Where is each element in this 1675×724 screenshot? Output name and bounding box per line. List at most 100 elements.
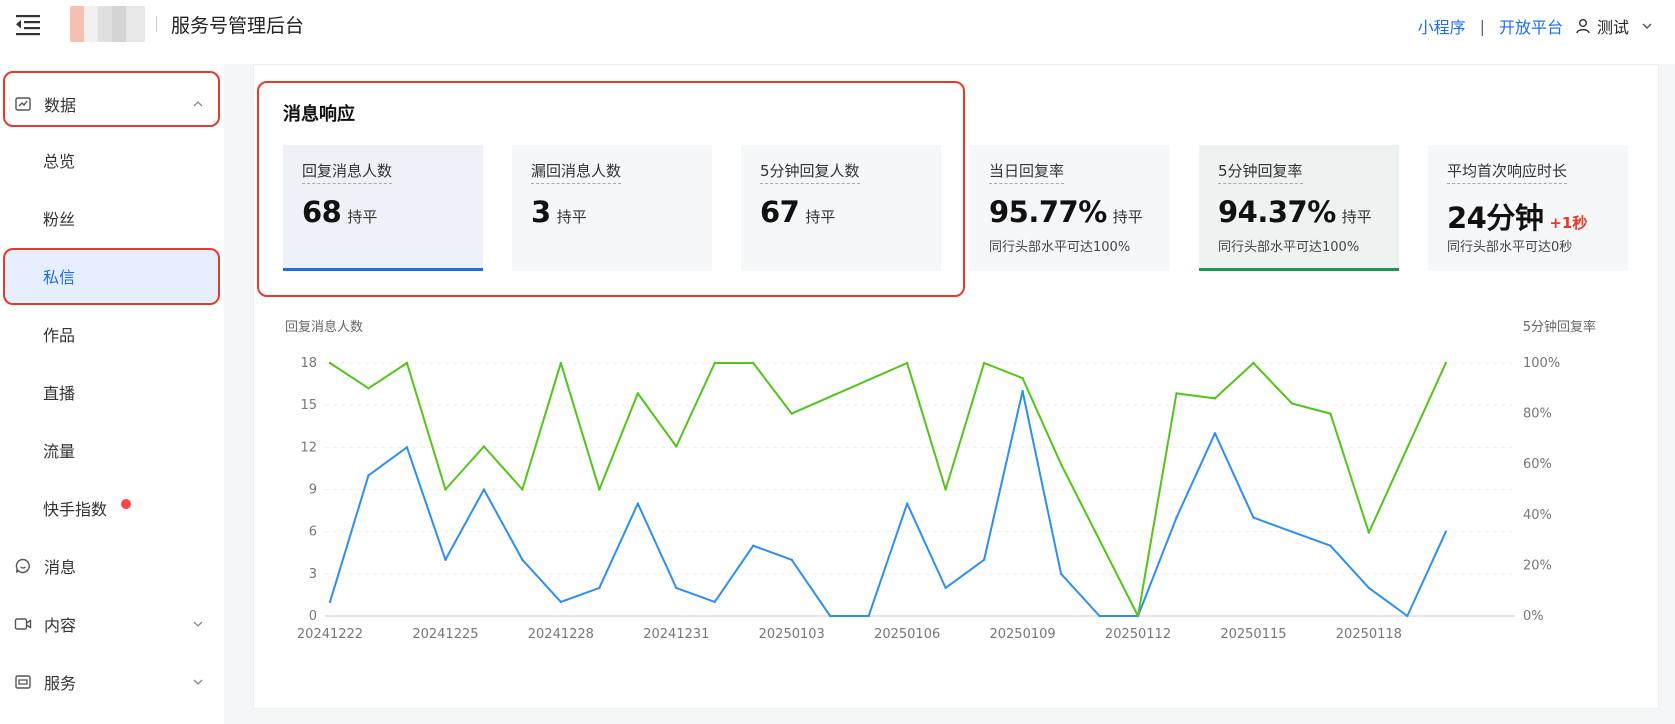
data-point xyxy=(1367,531,1371,534)
metric-change: 持平 xyxy=(1112,208,1143,226)
data-point xyxy=(1021,376,1024,380)
brand-logo[interactable] xyxy=(70,6,145,42)
y-left-tick-label: 3 xyxy=(309,567,317,582)
open-platform-link[interactable]: 开放平台 xyxy=(1499,14,1563,38)
data-point xyxy=(367,387,370,390)
metric-card-5min-reply-rate[interactable]: 5分钟回复率 94.37% 持平 同行头部水平可达100% xyxy=(1199,145,1399,271)
data-point xyxy=(944,488,947,491)
data-point xyxy=(1213,397,1217,400)
data-point xyxy=(444,488,447,491)
chart-icon xyxy=(15,97,31,111)
y-left-tick-label: 12 xyxy=(300,440,317,455)
sidebar-item-content[interactable]: 内容 xyxy=(0,598,224,650)
metric-card-reply-count[interactable]: 回复消息人数 68 持平 xyxy=(283,145,483,271)
sidebar-item-label: 流量 xyxy=(43,442,76,461)
metric-change: 持平 xyxy=(347,208,378,226)
sidebar-item-kuaishou-index[interactable]: 快手指数 xyxy=(0,482,224,534)
data-point xyxy=(1059,572,1063,576)
metric-label: 回复消息人数 xyxy=(302,160,393,184)
sidebar-item-private-message[interactable]: 私信 xyxy=(4,250,218,302)
data-point xyxy=(598,488,601,491)
metric-card-daily-reply-rate[interactable]: 当日回复率 95.77% 持平 同行头部水平可达100% xyxy=(970,145,1170,271)
sidebar-item-message[interactable]: 消息 xyxy=(0,540,224,592)
data-point xyxy=(675,445,678,448)
metric-note: 同行头部水平可达0秒 xyxy=(1447,240,1573,255)
x-tick-label: 20250106 xyxy=(874,627,940,642)
metric-card-avg-first-response[interactable]: 平均首次响应时长 24分钟 +1秒 同行头部水平可达0秒 xyxy=(1428,145,1628,271)
data-point xyxy=(636,502,640,505)
top-bar: 服务号管理后台 小程序 | 开放平台 测试 xyxy=(0,0,1675,64)
mini-program-link[interactable]: 小程序 xyxy=(1418,14,1466,38)
sidebar-item-fans[interactable]: 粉丝 xyxy=(0,192,224,244)
line-chart: 回复消息人数 5分钟回复率 0 3 6 9 12 15 18 0% 20% 40% 60% 80% 10… xyxy=(253,306,1659,666)
app-title: 服务号管理后台 xyxy=(171,15,305,37)
metric-label: 漏回消息人数 xyxy=(531,160,622,184)
data-point xyxy=(405,361,409,365)
sidebar-item-label: 直播 xyxy=(43,384,76,403)
data-point xyxy=(1252,516,1255,519)
logo-divider xyxy=(156,16,157,32)
metric-value: 95.77% xyxy=(989,195,1107,229)
data-point xyxy=(1444,530,1448,533)
y-right-tick-label: 80% xyxy=(1523,407,1552,422)
data-point xyxy=(905,502,909,505)
metric-value-row: 95.77% 持平 xyxy=(989,195,1143,229)
metric-card-5min-reply-count[interactable]: 5分钟回复人数 67 持平 xyxy=(741,145,941,271)
data-point xyxy=(1098,614,1101,618)
data-point xyxy=(1136,614,1140,618)
data-point xyxy=(328,361,332,365)
metric-label: 5分钟回复人数 xyxy=(760,160,860,184)
data-point xyxy=(1329,544,1332,547)
metric-note: 同行头部水平可达100% xyxy=(989,240,1131,255)
data-point xyxy=(752,544,755,547)
y-left-axis-title: 回复消息人数 xyxy=(285,319,363,335)
metric-note: 同行头部水平可达100% xyxy=(1218,240,1360,255)
sidebar-item-label: 粉丝 xyxy=(43,210,76,229)
notification-dot xyxy=(121,499,131,509)
sidebar-item-overview[interactable]: 总览 xyxy=(0,134,224,186)
sidebar: 数据 总览 粉丝 私信 作品 直播 流量 快手指数 消息 内容 服务 xyxy=(0,64,224,724)
data-point xyxy=(521,558,524,561)
data-point xyxy=(598,586,601,590)
x-tick-label: 20250112 xyxy=(1105,627,1171,642)
metric-card-missed-count[interactable]: 漏回消息人数 3 持平 xyxy=(512,145,712,271)
sidebar-item-label: 作品 xyxy=(43,326,76,345)
data-point xyxy=(1213,432,1217,435)
data-point xyxy=(482,488,486,491)
data-point xyxy=(752,361,755,365)
data-point xyxy=(367,474,370,477)
header-actions: 小程序 | 开放平台 测试 xyxy=(1418,14,1653,38)
sidebar-item-label: 数据 xyxy=(44,96,77,115)
y-left-tick-label: 15 xyxy=(300,398,317,413)
chevron-down-icon[interactable] xyxy=(1641,20,1653,32)
y-left-tick-label: 18 xyxy=(300,356,317,371)
data-point xyxy=(328,600,332,604)
sidebar-item-service[interactable]: 服务 xyxy=(0,656,224,708)
metric-value: 94.37% xyxy=(1218,195,1336,229)
metric-change: 持平 xyxy=(1341,208,1372,226)
menu-collapse-icon[interactable] xyxy=(14,12,42,36)
y-right-axis-title: 5分钟回复率 xyxy=(1523,319,1596,335)
data-point xyxy=(559,600,563,604)
y-left-tick-label: 6 xyxy=(309,525,317,540)
data-point xyxy=(1444,361,1448,365)
x-tick-label: 20241228 xyxy=(528,627,594,642)
data-point xyxy=(482,445,486,448)
user-icon[interactable] xyxy=(1575,18,1591,34)
sidebar-item-label: 快手指数 xyxy=(43,500,108,519)
y-right-tick-label: 20% xyxy=(1523,558,1552,573)
chart-grid xyxy=(325,362,1515,617)
sidebar-item-live[interactable]: 直播 xyxy=(0,366,224,418)
y-right-tick-label: 0% xyxy=(1523,609,1544,624)
data-point xyxy=(982,558,986,561)
data-point xyxy=(867,614,870,618)
sidebar-item-works[interactable]: 作品 xyxy=(0,308,224,360)
sidebar-item-label: 总览 xyxy=(43,152,76,171)
sidebar-item-traffic[interactable]: 流量 xyxy=(0,424,224,476)
metric-value-row: 24分钟 +1秒 xyxy=(1447,195,1587,237)
sidebar-item-data[interactable]: 数据 xyxy=(0,78,224,130)
user-name[interactable]: 测试 xyxy=(1597,14,1629,38)
metric-value: 68 xyxy=(302,195,342,229)
data-point xyxy=(559,361,563,365)
data-point xyxy=(1059,463,1063,466)
